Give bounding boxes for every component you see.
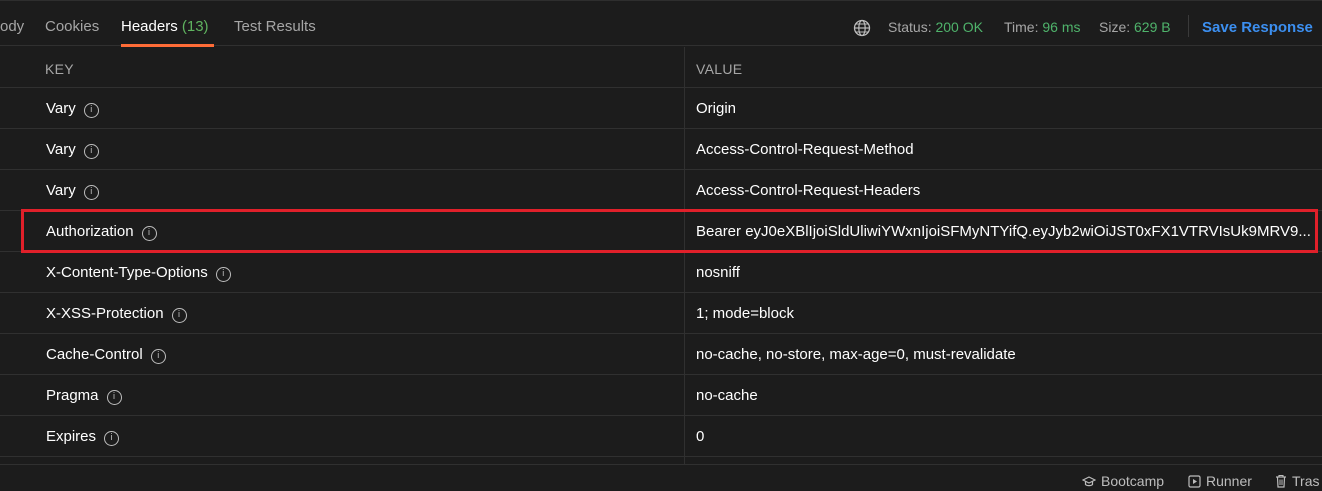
header-key: Vary bbox=[46, 100, 76, 117]
header-value: no-cache, no-store, max-age=0, must-reva… bbox=[696, 346, 1016, 363]
table-row: Pragma i no-cache bbox=[0, 375, 1322, 416]
info-icon[interactable]: i bbox=[150, 349, 166, 364]
trash-button[interactable]: Tras bbox=[1275, 473, 1319, 489]
runner-button[interactable]: Runner bbox=[1188, 473, 1252, 489]
header-value: Access-Control-Request-Headers bbox=[696, 182, 921, 199]
table-row: Cache-Control i no-cache, no-store, max-a… bbox=[0, 334, 1322, 375]
info-icon[interactable]: i bbox=[104, 431, 120, 446]
header-value: Origin bbox=[696, 100, 737, 117]
tab-body[interactable]: ody bbox=[0, 18, 24, 35]
runner-label: Runner bbox=[1206, 473, 1252, 489]
header-value: Access-Control-Request-Method bbox=[696, 141, 914, 158]
info-icon[interactable]: i bbox=[215, 267, 231, 282]
header-value: no-cache bbox=[696, 387, 758, 404]
info-icon[interactable]: i bbox=[106, 390, 122, 405]
toolbar-divider bbox=[1188, 15, 1189, 37]
tab-headers-count: (13) bbox=[181, 18, 209, 35]
header-value: 1; mode=block bbox=[696, 305, 794, 322]
table-row: Vary i Access-Control-Request-Method bbox=[0, 129, 1322, 170]
bootcamp-button[interactable]: Bootcamp bbox=[1081, 473, 1165, 489]
status-value: 200 OK bbox=[935, 19, 983, 35]
tab-headers[interactable]: Headers (13) bbox=[121, 18, 209, 35]
size-label: Size: bbox=[1099, 19, 1131, 35]
status-label: Status: bbox=[888, 19, 932, 35]
bootcamp-icon bbox=[1081, 476, 1097, 487]
column-header-value: VALUE bbox=[696, 61, 743, 77]
save-response-button[interactable]: Save Response bbox=[1202, 19, 1313, 36]
info-icon[interactable]: i bbox=[83, 103, 99, 118]
time-value: 96 ms bbox=[1042, 19, 1081, 35]
table-row: Vary i Access-Control-Request-Headers bbox=[0, 170, 1322, 211]
runner-icon bbox=[1188, 475, 1201, 488]
size-indicator[interactable]: Size: 629 B bbox=[1099, 19, 1171, 35]
header-key: Pragma bbox=[46, 387, 99, 404]
status-indicator[interactable]: Status: 200 OK bbox=[888, 19, 983, 35]
tab-headers-label: Headers bbox=[121, 18, 178, 35]
info-icon[interactable]: i bbox=[171, 308, 187, 323]
table-row: X-XSS-Protection i 1; mode=block bbox=[0, 293, 1322, 334]
table-header-row: KEY VALUE bbox=[0, 47, 1322, 88]
table-row: X-Content-Type-Options i nosniff bbox=[0, 252, 1322, 293]
header-key: X-Content-Type-Options bbox=[46, 264, 208, 281]
response-tabs-bar: ody Cookies Headers (13) Test Results St… bbox=[0, 0, 1322, 47]
header-value: nosniff bbox=[696, 264, 740, 281]
table-row: Expires i 0 bbox=[0, 416, 1322, 457]
status-footer: Bootcamp Runner Tras bbox=[0, 464, 1322, 491]
table-row: Vary i Origin bbox=[0, 88, 1322, 129]
bootcamp-label: Bootcamp bbox=[1101, 473, 1165, 489]
size-value: 629 B bbox=[1134, 19, 1171, 35]
globe-icon[interactable] bbox=[853, 19, 871, 37]
time-label: Time: bbox=[1004, 19, 1039, 35]
header-key: X-XSS-Protection bbox=[46, 305, 164, 322]
header-key: Vary bbox=[46, 141, 76, 158]
header-value: 0 bbox=[696, 428, 705, 445]
info-icon[interactable]: i bbox=[83, 144, 99, 159]
time-indicator[interactable]: Time: 96 ms bbox=[1004, 19, 1081, 35]
column-divider bbox=[684, 47, 685, 464]
highlight-box bbox=[21, 209, 1318, 253]
header-key: Cache-Control bbox=[46, 346, 143, 363]
trash-label: Tras bbox=[1292, 473, 1320, 489]
header-key: Vary bbox=[46, 182, 76, 199]
info-icon[interactable]: i bbox=[83, 185, 99, 200]
tab-test-results[interactable]: Test Results bbox=[234, 18, 316, 35]
column-header-key: KEY bbox=[45, 61, 74, 77]
trash-icon bbox=[1276, 474, 1286, 488]
tab-cookies[interactable]: Cookies bbox=[45, 18, 99, 35]
header-key: Expires bbox=[46, 428, 97, 445]
